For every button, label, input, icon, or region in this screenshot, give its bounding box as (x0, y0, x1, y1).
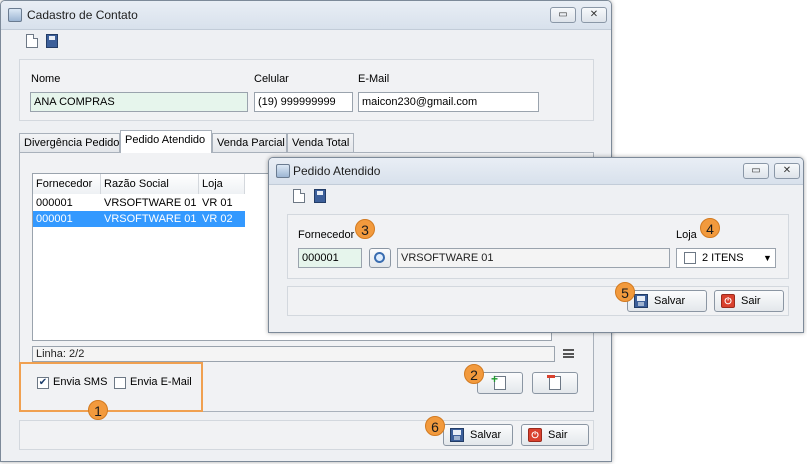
callout-6: 6 (425, 416, 445, 436)
envia-sms-checkbox[interactable]: ✔ (37, 377, 49, 389)
main-exit-button[interactable]: ⏻ Sair (521, 424, 589, 446)
header-loja[interactable]: Loja (199, 174, 245, 194)
email-label: E-Mail (358, 73, 390, 85)
celular-field[interactable]: (19) 999999999 (254, 92, 353, 112)
envia-email-label[interactable]: Envia E-Mail (130, 376, 192, 388)
callout-3: 3 (355, 219, 375, 239)
loja-label: Loja (676, 229, 697, 241)
dialog-new-icon[interactable] (293, 189, 305, 203)
remove-icon (547, 375, 561, 390)
fornecedor-code-field[interactable]: 000001 (298, 248, 362, 268)
cell-fornecedor: 000001 (36, 213, 73, 225)
nome-label: Nome (31, 73, 61, 85)
dialog-save-label: Salvar (654, 295, 686, 307)
exit-icon: ⏻ (528, 428, 542, 442)
fornecedor-name-field: VRSOFTWARE 01 (397, 248, 670, 268)
tab-pedido-atendido[interactable]: Pedido Atendido (120, 130, 212, 153)
callout-2: 2 (464, 364, 484, 384)
cell-razao-social: VRSOFTWARE 01 (104, 197, 197, 209)
tab-venda-total[interactable]: Venda Total (287, 133, 354, 153)
exit-label: Sair (548, 429, 568, 441)
fornecedor-label: Fornecedor (298, 229, 355, 241)
main-window-title: Cadastro de Contato (27, 8, 138, 22)
dialog-exit-button[interactable]: ⏻ Sair (714, 290, 784, 312)
loja-value: 2 ITENS (702, 252, 744, 264)
loja-select[interactable]: 2 ITENS ▼ (676, 248, 776, 268)
callout-1: 1 (88, 400, 108, 420)
add-icon: + (491, 373, 506, 390)
cell-fornecedor: 000001 (36, 197, 73, 209)
contact-panel: Nome ANA COMPRAS Celular (19) 999999999 … (19, 59, 594, 121)
celular-label: Celular (254, 73, 289, 85)
cell-razao-social: VRSOFTWARE 01 (104, 213, 197, 225)
header-fornecedor[interactable]: Fornecedor (33, 174, 101, 194)
dialog-save-icon[interactable] (314, 189, 326, 203)
cell-loja: VR 02 (202, 213, 233, 225)
tab-venda-parcial[interactable]: Venda Parcial (212, 133, 287, 153)
exit-icon: ⏻ (721, 294, 735, 308)
save-label: Salvar (470, 429, 502, 441)
save-icon (450, 428, 464, 442)
app-icon (8, 8, 22, 22)
dialog-save-button[interactable]: Salvar (627, 290, 707, 312)
restore-button[interactable]: ▭ (550, 7, 576, 23)
pedido-atendido-dialog: Pedido Atendido ▭ ✕ Fornecedor 000001 VR… (268, 157, 804, 333)
save-icon[interactable] (46, 34, 58, 48)
header-razao-social[interactable]: Razão Social (101, 174, 199, 194)
search-icon (374, 252, 385, 263)
email-field[interactable]: maicon230@gmail.com (358, 92, 539, 112)
tab-divergencia-pedido[interactable]: Divergência Pedido (19, 133, 120, 153)
remove-row-button[interactable] (532, 372, 578, 394)
status-line: Linha: 2/2 (32, 346, 555, 362)
main-titlebar: Cadastro de Contato ▭ ✕ (1, 1, 611, 30)
nome-field[interactable]: ANA COMPRAS (30, 92, 248, 112)
envia-sms-label[interactable]: Envia SMS (53, 376, 107, 388)
cell-loja: VR 01 (202, 197, 233, 209)
fornecedor-search-button[interactable] (369, 248, 391, 268)
dialog-titlebar: Pedido Atendido ▭ ✕ (269, 158, 803, 185)
dialog-exit-label: Sair (741, 295, 761, 307)
envia-email-checkbox[interactable] (114, 377, 126, 389)
chevron-down-icon: ▼ (763, 253, 772, 263)
table-row[interactable]: 000001 VRSOFTWARE 01 VR 01 (33, 195, 245, 211)
table-row-selected[interactable]: 000001 VRSOFTWARE 01 VR 02 (33, 211, 245, 227)
callout-4: 4 (700, 218, 720, 238)
new-document-icon[interactable] (26, 34, 38, 48)
save-icon (634, 294, 648, 308)
dialog-restore-button[interactable]: ▭ (743, 163, 769, 179)
loja-checkbox[interactable] (684, 252, 696, 264)
menu-lines-icon[interactable] (563, 349, 574, 358)
close-button[interactable]: ✕ (581, 7, 607, 23)
dialog-title: Pedido Atendido (293, 164, 381, 178)
dialog-close-button[interactable]: ✕ (774, 163, 800, 179)
dialog-app-icon (276, 164, 290, 178)
callout-5: 5 (615, 282, 635, 302)
main-save-button[interactable]: Salvar (443, 424, 513, 446)
